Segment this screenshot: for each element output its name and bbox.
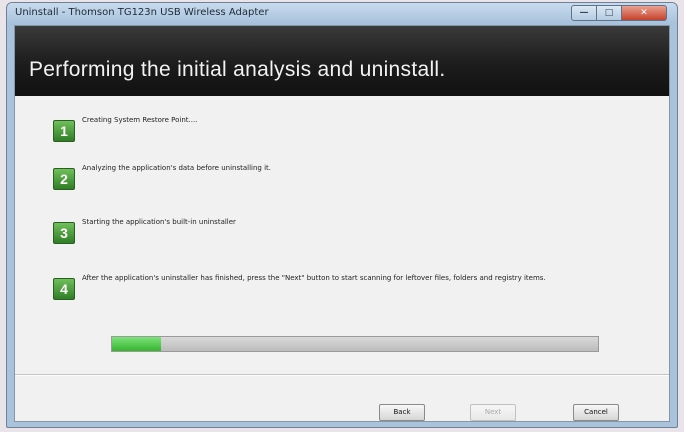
step-label: Creating System Restore Point.... bbox=[82, 116, 198, 124]
footer-divider bbox=[15, 374, 669, 375]
next-button[interactable]: Next bbox=[470, 404, 516, 421]
minimize-button[interactable]: — bbox=[571, 5, 597, 21]
progress-fill bbox=[112, 337, 161, 351]
step-1: 1 Creating System Restore Point.... bbox=[53, 112, 633, 142]
back-button[interactable]: Back bbox=[379, 404, 425, 421]
wizard-client-area: Performing the initial analysis and unin… bbox=[14, 25, 670, 422]
wizard-header: Performing the initial analysis and unin… bbox=[15, 26, 669, 96]
step-label: After the application's uninstaller has … bbox=[82, 274, 546, 282]
step-label: Starting the application's built-in unin… bbox=[82, 218, 236, 226]
step-2: 2 Analyzing the application's data befor… bbox=[53, 160, 633, 190]
step-number-badge: 4 bbox=[53, 278, 75, 300]
step-number-badge: 1 bbox=[53, 120, 75, 142]
title-bar[interactable]: Uninstall - Thomson TG123n USB Wireless … bbox=[7, 3, 677, 25]
uninstall-window: Uninstall - Thomson TG123n USB Wireless … bbox=[6, 2, 678, 428]
cancel-button[interactable]: Cancel bbox=[573, 404, 619, 421]
step-number-badge: 2 bbox=[53, 168, 75, 190]
step-number-badge: 3 bbox=[53, 222, 75, 244]
progress-bar bbox=[111, 336, 599, 352]
close-button[interactable]: ✕ bbox=[621, 5, 667, 21]
step-label: Analyzing the application's data before … bbox=[82, 164, 271, 172]
maximize-button[interactable]: □ bbox=[596, 5, 622, 21]
step-4: 4 After the application's uninstaller ha… bbox=[53, 270, 633, 300]
window-title: Uninstall - Thomson TG123n USB Wireless … bbox=[15, 7, 269, 18]
page-title: Performing the initial analysis and unin… bbox=[29, 58, 446, 81]
step-3: 3 Starting the application's built-in un… bbox=[53, 214, 633, 244]
